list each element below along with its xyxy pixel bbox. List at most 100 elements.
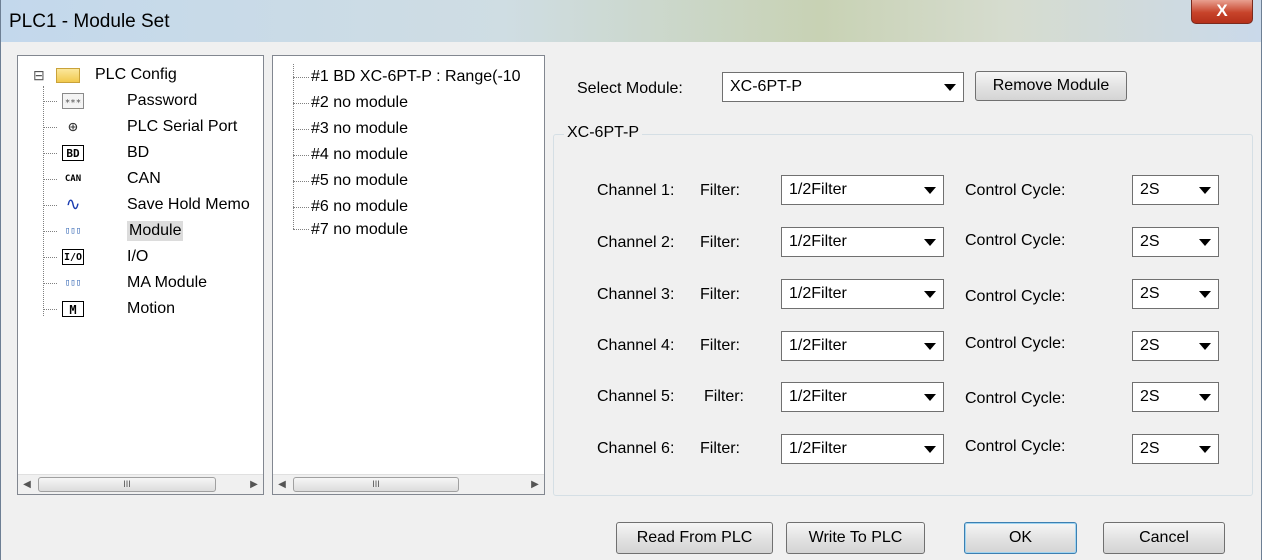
title-bar: PLC1 - Module Set X — [1, 0, 1261, 42]
filter-select[interactable]: 1/2Filter — [781, 434, 944, 464]
password-icon: ∗∗∗ — [62, 93, 84, 109]
control-cycle-label: Control Cycle: — [965, 335, 1066, 352]
control-cycle-value: 2S — [1140, 181, 1160, 198]
close-icon: X — [1216, 1, 1228, 20]
scroll-left-icon[interactable]: ◀ — [273, 475, 291, 494]
filter-label: Filter: — [700, 440, 740, 457]
write-to-plc-button[interactable]: Write To PLC — [786, 522, 925, 554]
config-tree: ⊟ PLC Config ∗∗∗ Password ⊕ PLC Serial P… — [17, 55, 264, 495]
tree-item-io[interactable]: I/O — [127, 247, 148, 267]
control-cycle-value: 2S — [1140, 233, 1160, 250]
tree-item-ma-module[interactable]: MA Module — [127, 273, 207, 293]
folder-icon — [56, 68, 80, 83]
waveform-icon: ∿ — [65, 194, 81, 215]
chevron-down-icon — [1199, 187, 1211, 194]
filter-select[interactable]: 1/2Filter — [781, 175, 944, 205]
control-cycle-select[interactable]: 2S — [1132, 175, 1219, 205]
chevron-down-icon — [1199, 239, 1211, 246]
motion-icon: M — [62, 301, 84, 317]
chevron-down-icon — [924, 394, 936, 401]
chevron-down-icon — [1199, 343, 1211, 350]
control-cycle-value: 2S — [1140, 388, 1160, 405]
scroll-right-icon[interactable]: ▶ — [526, 475, 544, 494]
tree-item-bd[interactable]: BD — [127, 143, 149, 163]
control-cycle-label: Control Cycle: — [965, 438, 1066, 455]
filter-select[interactable]: 1/2Filter — [781, 279, 944, 309]
control-cycle-select[interactable]: 2S — [1132, 331, 1219, 361]
groupbox-title: XC-6PT-P — [564, 124, 643, 142]
filter-value: 1/2Filter — [789, 181, 847, 198]
close-button[interactable]: X — [1191, 0, 1253, 24]
channel-label: Channel 5: — [597, 388, 675, 405]
chevron-down-icon — [1199, 394, 1211, 401]
channel-label: Channel 6: — [597, 440, 675, 457]
serial-port-icon: ⊕ — [68, 117, 78, 136]
control-cycle-label: Control Cycle: — [965, 390, 1066, 407]
chevron-down-icon — [944, 84, 956, 91]
filter-select[interactable]: 1/2Filter — [781, 331, 944, 361]
tree-item-module[interactable]: Module — [127, 221, 184, 241]
control-cycle-select[interactable]: 2S — [1132, 382, 1219, 412]
filter-select[interactable]: 1/2Filter — [781, 227, 944, 257]
remove-module-button[interactable]: Remove Module — [975, 71, 1127, 101]
channel-label: Channel 3: — [597, 286, 675, 303]
slot-item-4[interactable]: #4 no module — [311, 145, 408, 165]
scroll-thumb[interactable]: III — [293, 477, 459, 492]
channel-label: Channel 2: — [597, 234, 675, 251]
cancel-button[interactable]: Cancel — [1103, 522, 1225, 554]
tree-item-save-hold-memo[interactable]: Save Hold Memo — [127, 195, 250, 215]
tree-root-plc-config[interactable]: PLC Config — [95, 65, 177, 85]
ok-button[interactable]: OK — [964, 522, 1077, 554]
slot-hscrollbar[interactable]: ◀ III ▶ — [273, 474, 544, 494]
can-icon: CAN — [64, 174, 82, 184]
module-icon: ▯▯▯ — [64, 226, 82, 236]
io-icon: I/O — [62, 249, 84, 265]
tree-item-password[interactable]: Password — [127, 91, 197, 111]
filter-select[interactable]: 1/2Filter — [781, 382, 944, 412]
scroll-thumb[interactable]: III — [38, 477, 216, 492]
filter-value: 1/2Filter — [789, 233, 847, 250]
filter-label: Filter: — [700, 337, 740, 354]
control-cycle-value: 2S — [1140, 440, 1160, 457]
slot-item-6[interactable]: #6 no module — [311, 197, 408, 217]
scroll-left-icon[interactable]: ◀ — [18, 475, 36, 494]
control-cycle-value: 2S — [1140, 337, 1160, 354]
read-from-plc-button[interactable]: Read From PLC — [616, 522, 773, 554]
control-cycle-label: Control Cycle: — [965, 232, 1066, 249]
filter-label: Filter: — [704, 388, 744, 405]
slot-item-5[interactable]: #5 no module — [311, 171, 408, 191]
scroll-right-icon[interactable]: ▶ — [245, 475, 263, 494]
control-cycle-label: Control Cycle: — [965, 288, 1066, 305]
chevron-down-icon — [1199, 446, 1211, 453]
tree-item-can[interactable]: CAN — [127, 169, 161, 189]
tree-hscrollbar[interactable]: ◀ III ▶ — [18, 474, 263, 494]
filter-label: Filter: — [700, 234, 740, 251]
filter-label: Filter: — [700, 286, 740, 303]
filter-value: 1/2Filter — [789, 440, 847, 457]
tree-item-serial-port[interactable]: PLC Serial Port — [127, 117, 237, 137]
control-cycle-select[interactable]: 2S — [1132, 434, 1219, 464]
slot-item-7[interactable]: #7 no module — [311, 220, 408, 240]
channel-label: Channel 1: — [597, 182, 675, 199]
slot-item-3[interactable]: #3 no module — [311, 119, 408, 139]
chevron-down-icon — [924, 187, 936, 194]
select-module-combo[interactable]: XC-6PT-P — [722, 72, 964, 102]
control-cycle-select[interactable]: 2S — [1132, 279, 1219, 309]
tree-item-motion[interactable]: Motion — [127, 299, 175, 319]
slot-list: #1 BD XC-6PT-P : Range(-10 #2 no module … — [272, 55, 545, 495]
select-module-value: XC-6PT-P — [730, 78, 803, 95]
chevron-down-icon — [924, 291, 936, 298]
control-cycle-select[interactable]: 2S — [1132, 227, 1219, 257]
filter-label: Filter: — [700, 182, 740, 199]
channel-label: Channel 4: — [597, 337, 675, 354]
chevron-down-icon — [924, 343, 936, 350]
chevron-down-icon — [924, 446, 936, 453]
window-title: PLC1 - Module Set — [9, 11, 170, 32]
tree-expander-icon[interactable]: ⊟ — [33, 65, 45, 85]
slot-item-2[interactable]: #2 no module — [311, 93, 408, 113]
module-set-window: PLC1 - Module Set X ⊟ PLC Config ∗∗∗ Pas… — [0, 0, 1262, 560]
select-module-label: Select Module: — [577, 80, 683, 97]
ma-module-icon: ▯▯▯ — [64, 278, 82, 288]
slot-item-1[interactable]: #1 BD XC-6PT-P : Range(-10 — [311, 67, 521, 87]
control-cycle-value: 2S — [1140, 285, 1160, 302]
